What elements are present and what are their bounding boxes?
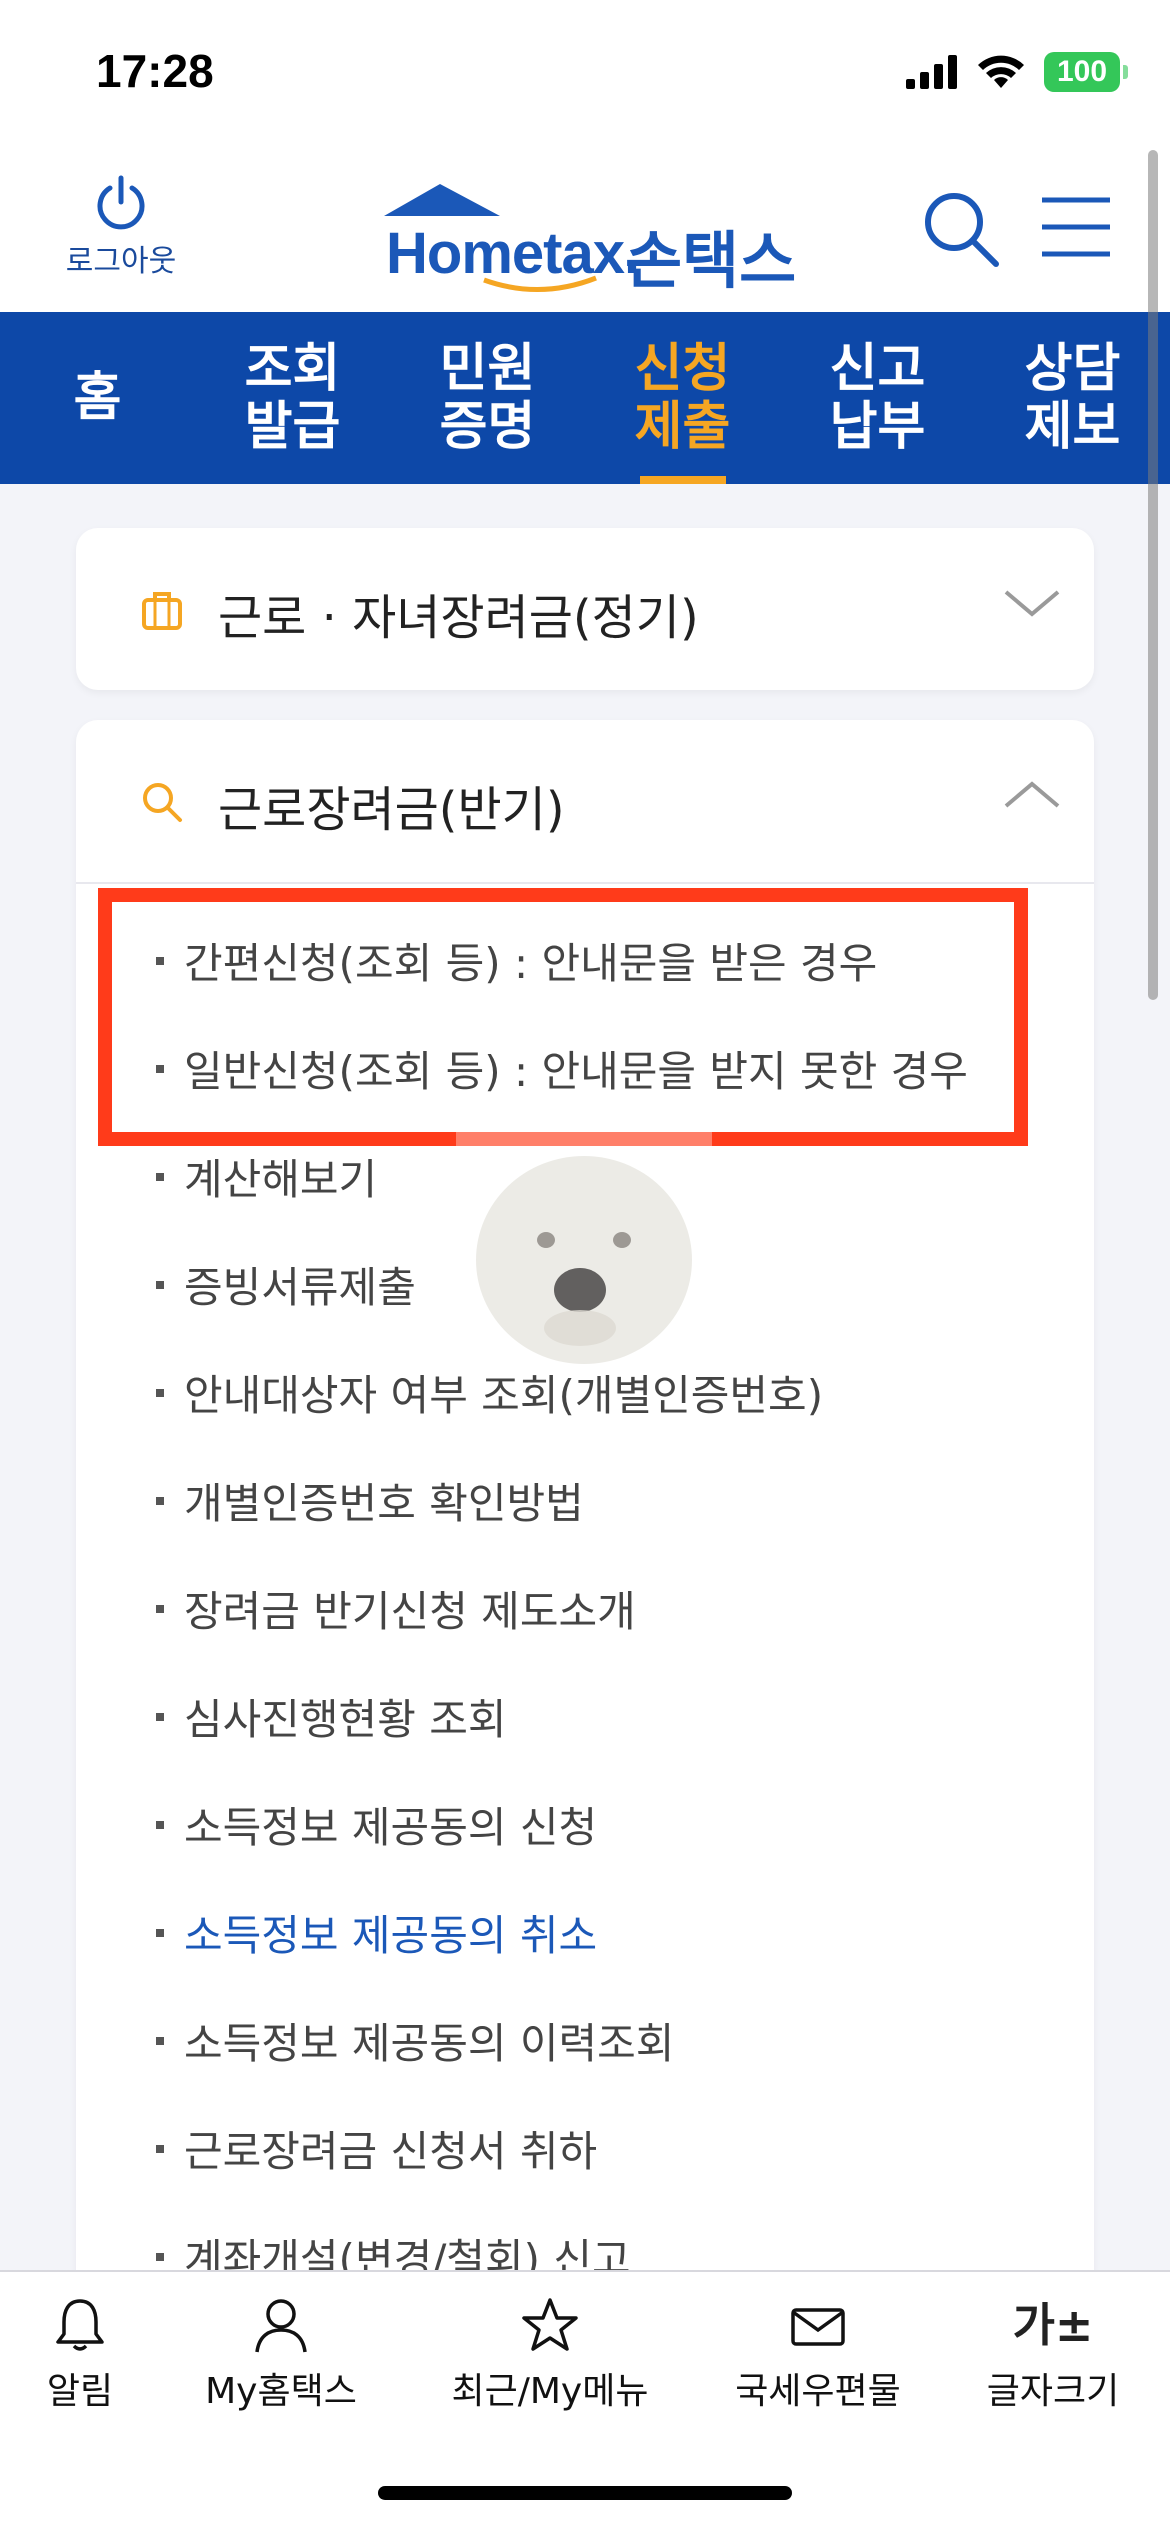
list-item[interactable]: 간편신청(조회 등) : 안내문을 받은 경우 xyxy=(76,906,1094,1014)
tab-label: My홈택스 xyxy=(205,2371,357,2412)
accordion-header[interactable]: 근로장려금(반기) xyxy=(76,720,1094,882)
chevron-down-icon xyxy=(1004,590,1060,617)
tab-label: 국세우편물 xyxy=(735,2371,901,2412)
status-time: 17:28 xyxy=(96,45,214,97)
nav-label: 신청 제출 xyxy=(634,339,731,457)
list-item-active[interactable]: 소득정보 제공동의 취소 xyxy=(76,1878,1094,1986)
search-icon xyxy=(925,193,999,267)
cellular-signal-icon xyxy=(906,55,957,89)
tab-label: 글자크기 xyxy=(986,2371,1120,2412)
briefcase-icon xyxy=(142,592,182,630)
hamburger-icon xyxy=(1042,197,1110,257)
hometax-logo[interactable]: Hometax. 손택스 xyxy=(380,180,800,297)
logout-label: 로그아웃 xyxy=(65,244,177,279)
tab-tax-mail[interactable]: 국세우편물 xyxy=(728,2296,908,2412)
nav-civil-certificate[interactable]: 민원 증명 xyxy=(390,312,585,484)
tab-label: 최근/My메뉴 xyxy=(451,2371,649,2412)
nav-home[interactable]: 홈 xyxy=(0,312,195,484)
nav-application-submit[interactable]: 신청 제출 xyxy=(585,312,780,484)
status-icons: 100 xyxy=(906,50,1128,94)
logo-korean-text: 손택스 xyxy=(625,224,797,297)
logout-button[interactable]: 로그아웃 xyxy=(56,174,186,280)
font-size-icon: 가± xyxy=(1012,2298,1094,2352)
dog-sticker-image xyxy=(456,1132,712,1364)
nav-label: 홈 xyxy=(73,368,122,428)
tab-font-size[interactable]: 가± 글자크기 xyxy=(978,2296,1128,2412)
sub-menu-list: 간편신청(조회 등) : 안내문을 받은 경우 일반신청(조회 등) : 안내문… xyxy=(76,906,1094,2310)
accordion-header[interactable]: 근로 · 자녀장려금(정기) xyxy=(76,528,1094,690)
status-bar: 17:28 100 xyxy=(0,0,1170,150)
nav-inquiry-issue[interactable]: 조회 발급 xyxy=(195,312,390,484)
search-button[interactable] xyxy=(922,190,1002,270)
accordion-half-year-incentive[interactable]: 근로장려금(반기) 간편신청(조회 등) : 안내문을 받은 경우 일반신청(조… xyxy=(76,720,1094,2284)
app-header: 로그아웃 Hometax. 손택스 xyxy=(0,150,1170,312)
tab-alarm[interactable]: 알림 xyxy=(30,2296,130,2412)
accordion-title: 근로장려금(반기) xyxy=(218,782,565,838)
search-icon xyxy=(143,783,182,822)
list-item[interactable]: 근로장려금 신청서 취하 xyxy=(76,2094,1094,2202)
tab-my-hometax[interactable]: My홈택스 xyxy=(196,2296,366,2412)
home-indicator xyxy=(378,2486,792,2500)
tab-recent-my-menu[interactable]: 최근/My메뉴 xyxy=(440,2296,660,2412)
nav-label: 민원 증명 xyxy=(439,339,536,457)
nav-consult-report[interactable]: 상담 제보 xyxy=(975,312,1170,484)
main-nav: 홈 조회 발급 민원 증명 신청 제출 신고 납부 상담 제보 xyxy=(0,312,1170,484)
bell-icon xyxy=(56,2299,104,2351)
power-icon xyxy=(97,175,145,230)
list-item[interactable]: 심사진행현황 조회 xyxy=(76,1662,1094,1770)
accordion-regular-incentive[interactable]: 근로 · 자녀장려금(정기) xyxy=(76,528,1094,690)
nav-report-payment[interactable]: 신고 납부 xyxy=(780,312,975,484)
divider xyxy=(76,882,1094,884)
scrollbar[interactable] xyxy=(1148,150,1158,1000)
list-item[interactable]: 장려금 반기신청 제도소개 xyxy=(76,1554,1094,1662)
wifi-icon xyxy=(978,55,1024,88)
user-icon xyxy=(255,2299,307,2353)
nav-label: 조회 발급 xyxy=(244,339,341,457)
nav-label: 신고 납부 xyxy=(829,339,926,457)
nav-label: 상담 제보 xyxy=(1024,339,1121,457)
list-item[interactable]: 소득정보 제공동의 신청 xyxy=(76,1770,1094,1878)
chevron-up-icon xyxy=(1004,781,1060,808)
logo-roof-icon xyxy=(384,184,500,216)
star-icon xyxy=(522,2298,578,2351)
list-item[interactable]: 개별인증번호 확인방법 xyxy=(76,1446,1094,1554)
list-item[interactable]: 소득정보 제공동의 이력조회 xyxy=(76,1986,1094,2094)
mail-icon xyxy=(791,2308,845,2346)
list-item[interactable]: 일반신청(조회 등) : 안내문을 받지 못한 경우 xyxy=(76,1014,1094,1122)
logo-text: Hometax. xyxy=(386,221,640,286)
menu-button[interactable] xyxy=(1040,194,1112,260)
bottom-tab-bar: 알림 My홈택스 최근/My메뉴 국세우편물 가± 글자크기 xyxy=(0,2270,1170,2532)
tab-label: 알림 xyxy=(46,2371,114,2412)
accordion-title: 근로 · 자녀장려금(정기) xyxy=(218,590,699,646)
battery-indicator: 100 xyxy=(1044,52,1128,92)
